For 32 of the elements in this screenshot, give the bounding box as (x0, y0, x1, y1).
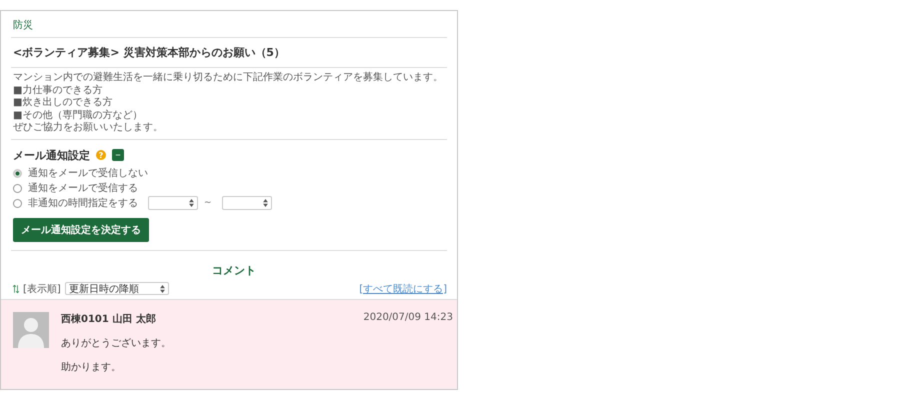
mark-all-read-link[interactable]: [すべて既読にする] (359, 282, 447, 296)
spinner-icon (160, 284, 165, 292)
comment-author: 西棟0101 山田 太郎 (61, 312, 157, 326)
body-text: マンション内での避難生活を一緒に乗り切るために下記作業のボランティアを募集しています。 (13, 72, 444, 84)
post-title: <ボランティア募集> 災害対策本部からのお願い（5） (12, 45, 286, 61)
option-label[interactable]: 通知をメールで受信しない (28, 166, 148, 180)
comment-text: ありがとうございます。 (61, 336, 172, 350)
spinner-icon (262, 199, 268, 207)
range-separator: ~ (204, 198, 212, 208)
section-title: メール通知設定 (13, 148, 90, 162)
option-label[interactable]: 非通知の時間指定をする (28, 196, 138, 210)
comment-time: 2020/07/09 14:23 (363, 312, 453, 324)
radio-button[interactable] (13, 184, 22, 192)
sort-icon (13, 284, 19, 294)
body-text: ■炊き出しのできる方 (13, 97, 114, 110)
sort-label: [表示順] (23, 282, 61, 296)
comment-text: 助かります。 (61, 360, 122, 374)
radio-button[interactable] (13, 168, 22, 178)
body-text: ■力仕事のできる方 (13, 84, 104, 96)
body-text: ■その他（専門職の方など） (13, 110, 144, 122)
category-label: 防災 (12, 18, 34, 33)
radio-button[interactable] (13, 198, 22, 208)
option-label[interactable]: 通知をメールで受信する (28, 181, 138, 195)
collapse-button[interactable]: − (112, 149, 124, 161)
time-select[interactable] (148, 196, 198, 210)
submit-button[interactable]: メール通知設定を決定する (13, 218, 149, 242)
avatar-icon (13, 312, 49, 348)
sort-select[interactable]: 更新日時の降順 (64, 282, 169, 295)
spinner-icon (189, 199, 194, 207)
body-text: ぜひご協力をお願いいたします。 (13, 122, 164, 134)
time-select[interactable] (222, 196, 272, 210)
comments-heading: コメント (211, 262, 257, 278)
